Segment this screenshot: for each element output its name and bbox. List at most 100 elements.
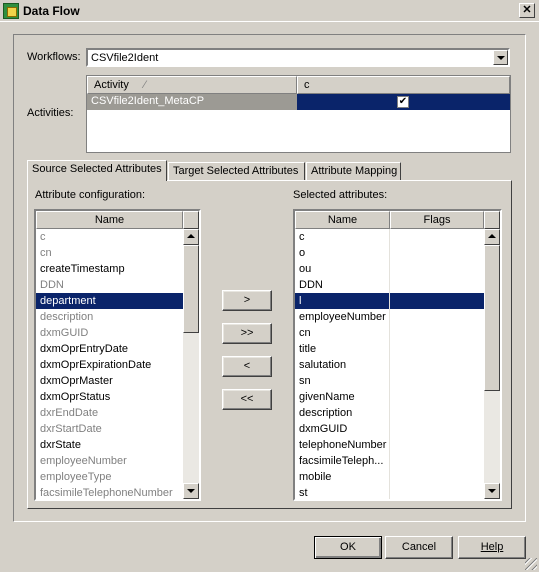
selected-attributes-scrollbar[interactable]: [484, 211, 500, 499]
attribute-flags: [390, 277, 484, 293]
attribute-name: mobile: [295, 469, 390, 485]
table-row[interactable]: salutation: [295, 357, 484, 373]
remove-all-button[interactable]: <<: [222, 389, 272, 410]
selected-attributes-header: Name Flags: [295, 211, 484, 229]
scroll-down-button[interactable]: [183, 483, 199, 499]
column-header-activity[interactable]: Activity ⁄: [87, 76, 297, 94]
list-item[interactable]: dxmOprExpirationDate: [36, 357, 183, 373]
remove-button[interactable]: <: [222, 356, 272, 377]
attribute-name: description: [40, 311, 94, 323]
list-item[interactable]: employeeType: [36, 469, 183, 485]
help-button[interactable]: Help: [458, 536, 526, 559]
table-row[interactable]: facsimileTeleph...: [295, 453, 484, 469]
column-header-c[interactable]: c: [297, 76, 510, 94]
scroll-up-button[interactable]: [183, 229, 199, 245]
attribute-configuration-list[interactable]: Name c cn createTimestamp DDN department desc…: [34, 209, 201, 501]
table-row[interactable]: sn: [295, 373, 484, 389]
attribute-name: sn: [295, 373, 390, 389]
attribute-flags: [390, 389, 484, 405]
attribute-name: cn: [40, 247, 52, 259]
add-all-button[interactable]: >>: [222, 323, 272, 344]
scroll-up-button[interactable]: [484, 229, 500, 245]
list-item[interactable]: DDN: [36, 277, 183, 293]
selected-attributes-list[interactable]: Name Flags c o ou DDN l employeeNumber cn title…: [293, 209, 502, 501]
activity-name: CSVfile2Ident_MetaCP: [87, 94, 297, 110]
list-item[interactable]: facsimileTelephoneNumber: [36, 485, 183, 499]
list-item[interactable]: dxrEndDate: [36, 405, 183, 421]
attribute-name: o: [295, 245, 390, 261]
attribute-name: ou: [295, 261, 390, 277]
ok-button[interactable]: OK: [314, 536, 382, 559]
table-row[interactable]: telephoneNumber: [295, 437, 484, 453]
table-row[interactable]: givenName: [295, 389, 484, 405]
workflows-select[interactable]: CSVfile2Ident: [86, 48, 510, 67]
attribute-name: givenName: [295, 389, 390, 405]
attribute-name: employeeNumber: [40, 455, 127, 467]
attribute-flags: [390, 229, 484, 245]
table-row[interactable]: employeeNumber: [295, 309, 484, 325]
list-item[interactable]: dxmOprStatus: [36, 389, 183, 405]
list-item[interactable]: description: [36, 309, 183, 325]
column-header-name[interactable]: Name: [36, 211, 183, 229]
table-row[interactable]: description: [295, 405, 484, 421]
close-icon: ✕: [522, 4, 532, 16]
cancel-button[interactable]: Cancel: [385, 536, 453, 559]
list-item[interactable]: c: [36, 229, 183, 245]
list-item[interactable]: employeeNumber: [36, 453, 183, 469]
attribute-flags: [390, 485, 484, 499]
list-item[interactable]: dxmOprEntryDate: [36, 341, 183, 357]
list-item[interactable]: cn: [36, 245, 183, 261]
list-item[interactable]: department: [36, 293, 183, 309]
column-header-name[interactable]: Name: [295, 211, 390, 229]
table-row[interactable]: st: [295, 485, 484, 499]
list-item[interactable]: dxmOprMaster: [36, 373, 183, 389]
attribute-flags: [390, 325, 484, 341]
activities-table[interactable]: Activity ⁄ c CSVfile2Ident_MetaCP ✔: [86, 75, 511, 153]
workflows-dropdown-button[interactable]: [493, 50, 508, 65]
table-row[interactable]: mobile: [295, 469, 484, 485]
list-item[interactable]: dxmGUID: [36, 325, 183, 341]
tab-source-selected-attributes[interactable]: Source Selected Attributes: [27, 160, 167, 181]
resize-grip-icon[interactable]: [525, 558, 537, 570]
column-header-flags[interactable]: Flags: [390, 211, 484, 229]
table-row[interactable]: title: [295, 341, 484, 357]
attribute-flags: [390, 421, 484, 437]
attribute-flags: [390, 453, 484, 469]
activities-header: Activity ⁄ c: [87, 76, 510, 94]
attribute-name: salutation: [295, 357, 390, 373]
table-row[interactable]: l: [295, 293, 484, 309]
column-header-activity-label: Activity: [94, 79, 129, 91]
close-button[interactable]: ✕: [519, 3, 535, 18]
attribute-configuration-rows: c cn createTimestamp DDN department descripti…: [36, 229, 183, 499]
attribute-name: dxmGUID: [40, 327, 89, 339]
list-item[interactable]: createTimestamp: [36, 261, 183, 277]
list-item[interactable]: dxrState: [36, 437, 183, 453]
scrollbar-thumb[interactable]: [183, 245, 199, 333]
tab-attribute-mapping[interactable]: Attribute Mapping: [306, 162, 401, 180]
arrow-down-icon: [488, 489, 496, 493]
attribute-name: employeeType: [40, 471, 112, 483]
add-button[interactable]: >: [222, 290, 272, 311]
table-row[interactable]: DDN: [295, 277, 484, 293]
table-row[interactable]: ou: [295, 261, 484, 277]
table-row[interactable]: o: [295, 245, 484, 261]
table-row[interactable]: c: [295, 229, 484, 245]
activity-checkbox[interactable]: ✔: [397, 96, 409, 108]
scrollbar-thumb[interactable]: [484, 245, 500, 391]
attribute-name: department: [36, 293, 183, 309]
scroll-down-button[interactable]: [484, 483, 500, 499]
attribute-flags: [390, 309, 484, 325]
attribute-name: dxmGUID: [295, 421, 390, 437]
table-row[interactable]: dxmGUID: [295, 421, 484, 437]
column-header-c-label: c: [304, 79, 310, 91]
attribute-configuration-scrollbar[interactable]: [183, 211, 199, 499]
column-header-name-label: Name: [327, 214, 358, 226]
tab-target-selected-attributes[interactable]: Target Selected Attributes: [168, 162, 305, 180]
activity-row[interactable]: CSVfile2Ident_MetaCP ✔: [87, 94, 510, 110]
table-row[interactable]: cn: [295, 325, 484, 341]
activity-c-cell: ✔: [297, 94, 510, 110]
attribute-flags: [390, 357, 484, 373]
attribute-flags: [390, 373, 484, 389]
scrollbar-corner: [183, 211, 199, 229]
list-item[interactable]: dxrStartDate: [36, 421, 183, 437]
